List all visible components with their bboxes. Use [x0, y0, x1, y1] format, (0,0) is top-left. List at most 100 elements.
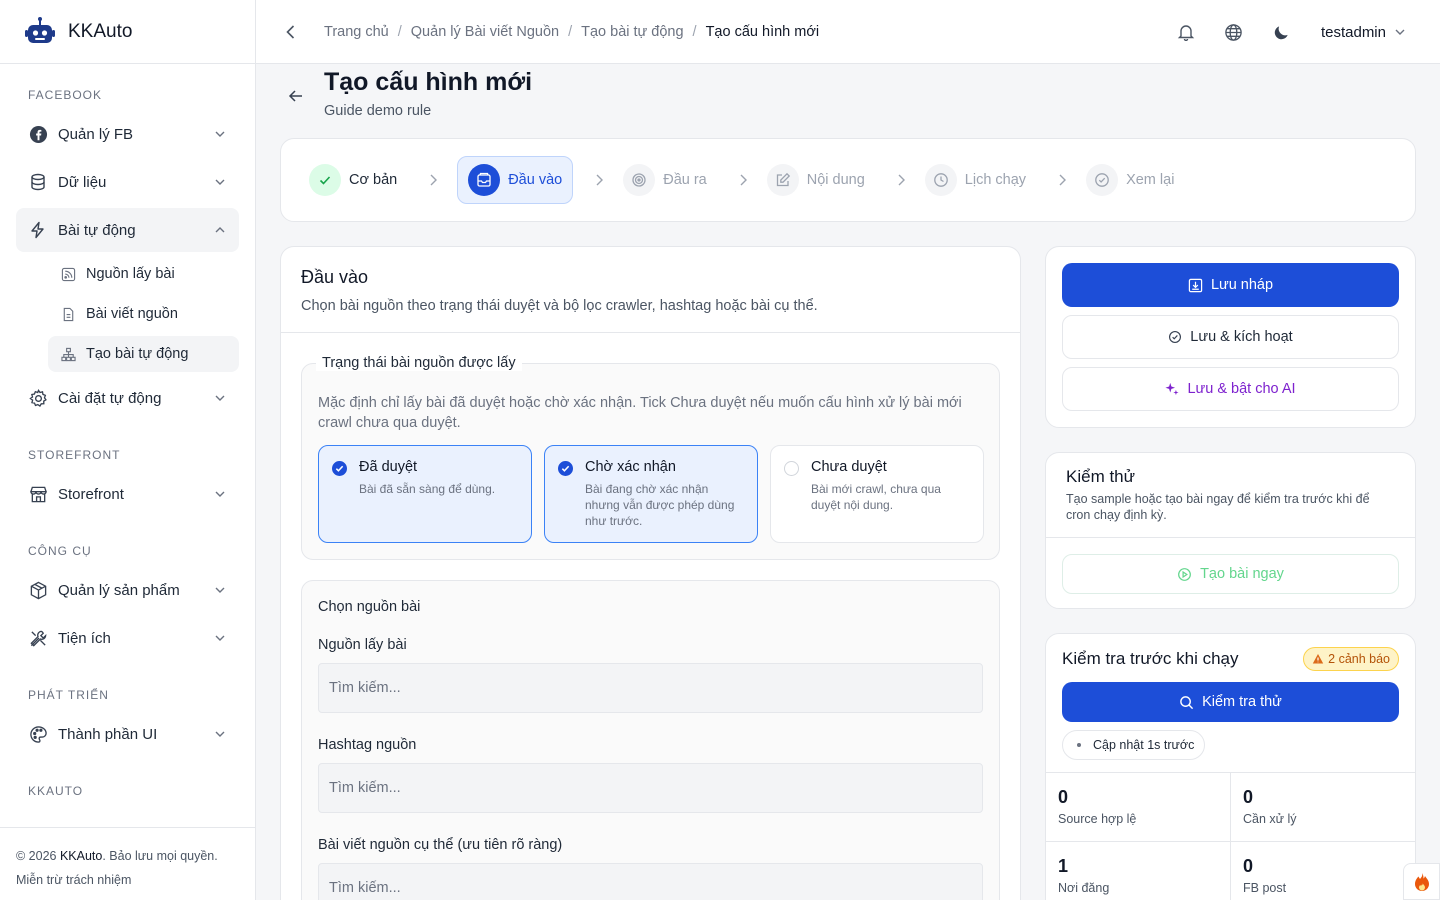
floating-flame-button[interactable]	[1403, 863, 1440, 900]
sidebar-item-auto-posts[interactable]: Bài tự động	[16, 208, 239, 252]
sidebar-item-storefront[interactable]: Storefront	[16, 472, 239, 516]
chevron-down-icon	[215, 131, 225, 137]
sidebar-item-products[interactable]: Quản lý sản phẩm	[16, 568, 239, 612]
sidebar-item-ui-components[interactable]: Thành phần UI	[16, 712, 239, 756]
sidebar-item-label: Dữ liệu	[58, 173, 107, 191]
chevron-down-icon	[215, 635, 225, 641]
option-title: Chưa duyệt	[811, 459, 887, 475]
panel-title: Đầu vào	[301, 267, 369, 287]
run-check-button[interactable]: Kiểm tra thử	[1062, 682, 1399, 722]
hashtag-search-input[interactable]	[318, 763, 983, 813]
disclaimer-link[interactable]: Miễn trừ trách nhiệm	[16, 868, 239, 892]
stepper: Cơ bản Đầu vào Đầu ra Nội dung Lịch chạy…	[280, 138, 1416, 222]
dot-icon	[1077, 743, 1081, 747]
chevron-down-icon	[215, 587, 225, 593]
option-description: Bài đang chờ xác nhận nhưng vẫn được phé…	[585, 482, 735, 528]
target-icon	[623, 164, 656, 196]
sidebar-item-data[interactable]: Dữ liệu	[16, 160, 239, 204]
specific-post-search-input[interactable]	[318, 863, 983, 900]
user-menu[interactable]: testadmin	[1321, 24, 1406, 41]
field-label: Bài viết nguồn cụ thể (ưu tiên rõ ràng)	[318, 837, 563, 853]
rss-icon	[60, 266, 76, 282]
hierarchy-icon	[60, 346, 76, 362]
breadcrumb: Trang chủ / Quản lý Bài viết Nguồn / Tạo…	[324, 24, 819, 40]
chevron-down-icon	[215, 491, 225, 497]
save-activate-button[interactable]: Lưu & kích hoạt	[1062, 315, 1399, 359]
sparkles-icon	[1165, 382, 1180, 396]
source-selection-title: Chọn nguồn bài	[318, 599, 421, 615]
option-description: Bài đã sẵn sàng để dùng.	[359, 482, 496, 496]
database-icon	[28, 172, 48, 192]
breadcrumb-auto-posts[interactable]: Tạo bài tự động	[581, 24, 683, 40]
step-input[interactable]: Đầu vào	[457, 156, 574, 204]
checkbox-unchecked-icon[interactable]	[784, 461, 799, 476]
sidebar-item-auto-settings[interactable]: Cài đặt tự động	[16, 376, 239, 420]
status-option-pending[interactable]: Chờ xác nhận Bài đang chờ xác nhận nhưng…	[544, 445, 758, 543]
checkbox-checked-icon[interactable]	[558, 461, 573, 476]
step-label: Nội dung	[806, 172, 865, 188]
nav-section-facebook: FACEBOOK	[28, 88, 103, 102]
breadcrumb-source-posts[interactable]: Quản lý Bài viết Nguồn	[411, 24, 559, 40]
breadcrumb-home[interactable]: Trang chủ	[324, 24, 389, 40]
sidebar-item-fb[interactable]: Quản lý FB	[16, 112, 239, 156]
checkbox-checked-icon[interactable]	[332, 461, 347, 476]
precheck-card: Kiểm tra trước khi chạy 2 cảnh báo Kiểm …	[1045, 633, 1416, 900]
step-review[interactable]: Xem lại	[1086, 156, 1184, 204]
sidebar-item-utilities[interactable]: Tiện ích	[16, 616, 239, 660]
stat-needs-processing: 0 Cần xử lý	[1231, 773, 1415, 842]
sidebar-subitem-sources[interactable]: Nguồn lấy bài	[48, 256, 239, 292]
option-title: Đã duyệt	[359, 459, 418, 475]
option-description: Bài mới crawl, chưa qua duyệt nội dung.	[811, 482, 941, 512]
field-label: Hashtag nguồn	[318, 737, 417, 753]
option-title: Chờ xác nhận	[585, 459, 676, 475]
chevron-down-icon	[215, 179, 225, 185]
sidebar-subitem-create-auto[interactable]: Tạo bài tự động	[48, 336, 239, 372]
input-panel-header: Đầu vào Chọn bài nguồn theo trạng thái d…	[281, 247, 1020, 333]
moon-icon[interactable]	[1271, 21, 1293, 43]
source-status-group: Trạng thái bài nguồn được lấy Mặc định c…	[301, 355, 1000, 560]
status-option-unapproved[interactable]: Chưa duyệt Bài mới crawl, chưa qua duyệt…	[770, 445, 984, 543]
warning-badge[interactable]: 2 cảnh báo	[1303, 647, 1399, 671]
step-schedule[interactable]: Lịch chạy	[924, 156, 1036, 204]
sidebar-subitem-label: Bài viết nguồn	[86, 306, 178, 322]
status-option-approved[interactable]: Đã duyệt Bài đã sẵn sàng để dùng.	[318, 445, 532, 543]
step-basic[interactable]: Cơ bản	[309, 156, 407, 204]
test-card: Kiểm thử Tạo sample hoặc tạo bài ngay để…	[1045, 452, 1416, 609]
copyright: © 2026 KKAuto. Bảo lưu mọi quyền.	[16, 849, 218, 863]
group-description: Mặc định chỉ lấy bài đã duyệt hoặc chờ x…	[318, 395, 962, 431]
step-label: Đầu vào	[508, 172, 563, 188]
sidebar-nav: FACEBOOK Quản lý FB Dữ liệu Bài tự động	[0, 64, 255, 827]
step-content[interactable]: Nội dung	[766, 156, 875, 204]
save-ai-button[interactable]: Lưu & bật cho AI	[1062, 367, 1399, 411]
sidebar-subitem-source-posts[interactable]: Bài viết nguồn	[48, 296, 239, 332]
chevron-right-icon	[596, 174, 604, 186]
arrow-left-icon[interactable]	[286, 86, 306, 106]
test-card-header: Kiểm thử Tạo sample hoặc tạo bài ngay để…	[1046, 453, 1415, 538]
bell-icon[interactable]	[1175, 21, 1197, 43]
chevron-right-icon	[1059, 174, 1067, 186]
check-icon	[309, 164, 341, 196]
save-draft-button[interactable]: Lưu nháp	[1062, 263, 1399, 307]
chevron-down-icon	[215, 731, 225, 737]
brand[interactable]: KKAuto	[0, 0, 255, 64]
card-title: Kiểm thử	[1066, 467, 1136, 486]
topbar: Trang chủ / Quản lý Bài viết Nguồn / Tạo…	[256, 0, 1440, 64]
sidebar-item-label: Bài tự động	[58, 221, 136, 239]
chevron-down-icon	[215, 395, 225, 401]
save-actions-card: Lưu nháp Lưu & kích hoạt Lưu & bật cho A…	[1045, 246, 1416, 428]
step-label: Lịch chạy	[964, 172, 1027, 188]
globe-icon[interactable]	[1223, 21, 1245, 43]
create-now-button[interactable]: Tạo bài ngay	[1062, 554, 1399, 594]
chevron-left-icon[interactable]	[280, 21, 302, 43]
step-output[interactable]: Đầu ra	[623, 156, 717, 204]
edit-icon	[766, 164, 799, 196]
chevron-right-icon	[898, 174, 905, 186]
updated-pill: Cập nhật 1s trước	[1062, 730, 1206, 760]
sidebar-item-label: Storefront	[58, 485, 124, 503]
nav-section-storefront: STOREFRONT	[28, 448, 121, 462]
page-title: Tạo cấu hình mới	[324, 68, 533, 96]
save-icon	[1188, 278, 1203, 292]
sidebar-item-label: Quản lý sản phẩm	[58, 581, 180, 599]
source-search-input[interactable]	[318, 663, 983, 713]
breadcrumb-current: Tạo cấu hình mới	[705, 23, 820, 40]
